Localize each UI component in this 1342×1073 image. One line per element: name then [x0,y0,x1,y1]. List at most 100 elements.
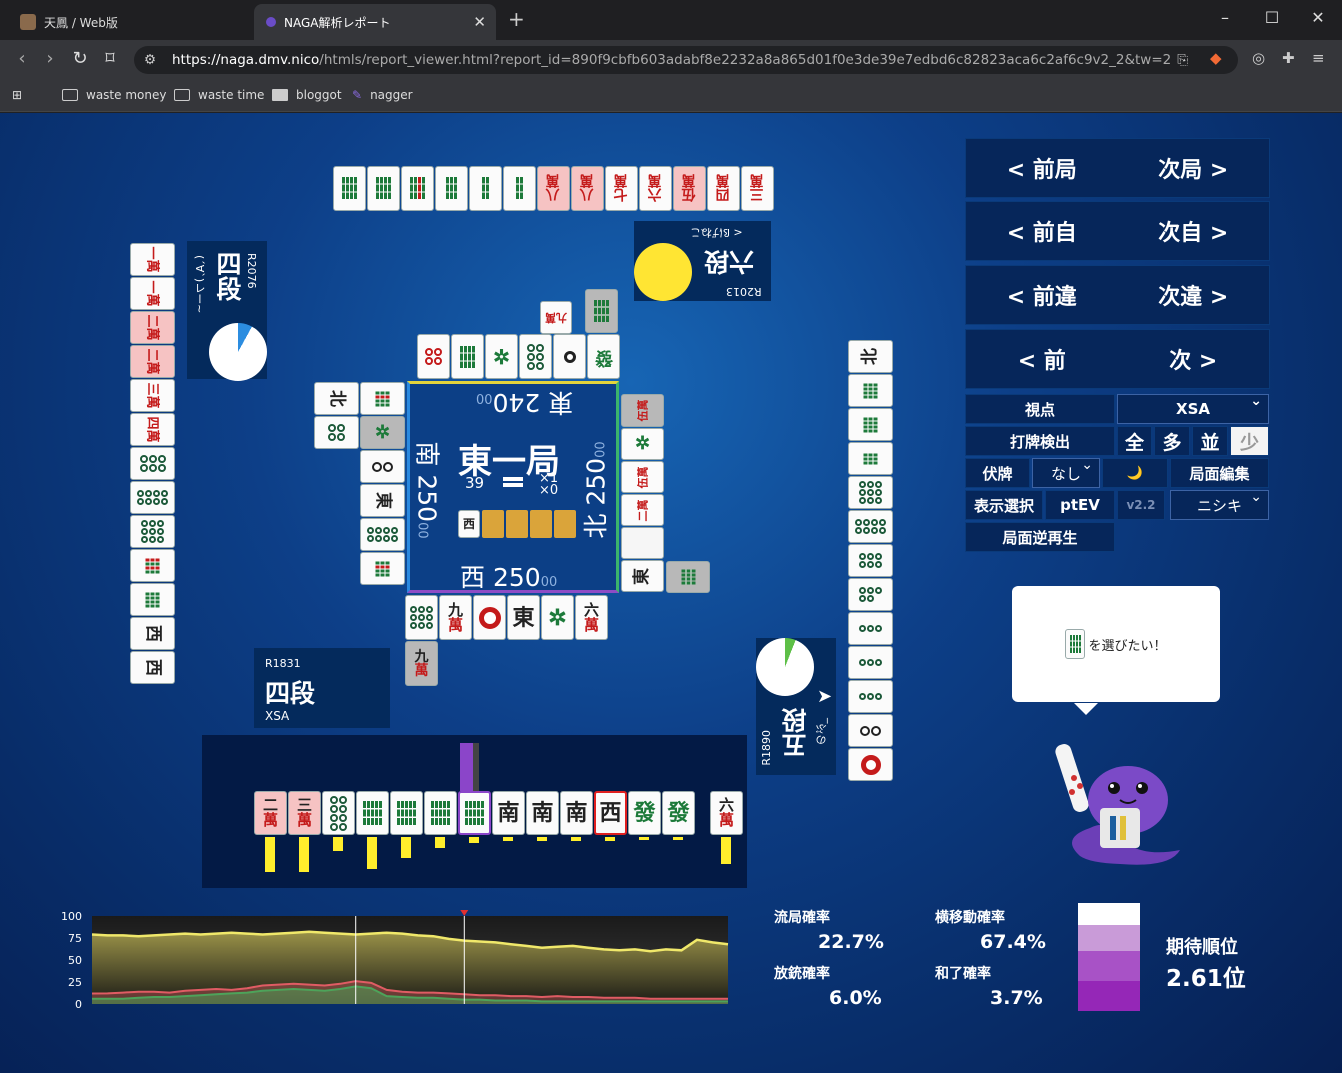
hand-tile[interactable]: 六萬 [710,791,743,835]
discard-tile[interactable]: 四萬 [130,413,175,446]
discard-tile[interactable] [130,583,175,616]
discard-tile[interactable]: 六萬 [639,166,672,211]
left-meld-tile[interactable] [360,382,405,415]
discard-tile[interactable] [130,447,175,480]
discard-tile[interactable] [333,166,366,211]
close-window-icon[interactable]: ✕ [1306,8,1330,27]
address-bar[interactable]: ⚙ https://naga.dmv.nico/htmls/report_vie… [134,46,1238,74]
tile[interactable]: 發 [587,334,620,379]
discard-tile[interactable] [473,595,506,640]
top-meld-tile[interactable] [585,289,618,333]
dora-indicator-tile[interactable]: 西 [458,510,480,538]
minimize-icon[interactable]: – [1213,8,1237,27]
discard-tile[interactable]: 三萬 [741,166,774,211]
new-tab-icon[interactable]: + [508,7,525,31]
bookmark-waste-money[interactable]: waste money [62,88,166,102]
tile[interactable] [360,552,405,585]
tile[interactable] [360,518,405,551]
hand-tile[interactable]: 西 [594,791,627,835]
profile-icon[interactable]: ◎ [1252,49,1265,67]
hidden-tile-select[interactable]: なし [1032,457,1100,488]
translate-icon[interactable]: ⎘ [1177,46,1188,74]
close-tab-icon[interactable]: ✕ [473,13,486,31]
brave-shield-icon[interactable]: ◆ [1210,49,1222,67]
next-round-button[interactable]: 次局 > [1158,152,1228,184]
hand-tile[interactable]: 三萬 [288,791,321,835]
hand-tile[interactable]: 二萬 [254,791,287,835]
discard-tile[interactable]: 九萬 [405,641,438,686]
reload-icon[interactable]: ↻ [68,48,92,69]
discard-tile[interactable] [848,578,893,611]
discard-tile[interactable]: 一萬 [130,243,175,276]
tile[interactable] [417,334,450,379]
tile[interactable]: 東 [360,484,405,517]
discard-tile[interactable] [848,544,893,577]
hand-tile[interactable]: 南 [560,791,593,835]
discard-tile[interactable] [130,481,175,514]
viewpoint-select[interactable]: XSA [1117,393,1269,424]
top-meld-tile[interactable]: 九萬 [540,301,572,334]
hand-tile[interactable] [390,791,423,835]
filter-few-button[interactable]: 少 [1230,426,1269,456]
discard-tile[interactable]: 伍萬 [673,166,706,211]
tab-naga-report[interactable]: NAGA解析レポート ✕ [254,4,496,40]
tile[interactable]: 東 [621,560,664,592]
discard-tile[interactable]: 六萬 [575,595,608,640]
discard-tile[interactable]: 三萬 [130,379,175,412]
hand-tile[interactable] [424,791,457,835]
back-icon[interactable]: ‹ [10,48,34,69]
discard-tile[interactable]: 北 [848,340,893,373]
apps-icon[interactable]: ⊞ [12,88,22,102]
left-meld-tile[interactable] [314,416,359,449]
bookmark-waste-time[interactable]: waste time [174,88,264,102]
forward-icon[interactable]: › [38,48,62,69]
board-edit-button[interactable]: 局面編集 [1170,458,1269,488]
maximize-icon[interactable]: ☐ [1260,8,1284,27]
next-button[interactable]: 次 > [1169,343,1217,375]
hand-tile[interactable]: 發 [662,791,695,835]
discard-tile[interactable]: 東 [507,595,540,640]
filter-normal-button[interactable]: 並 [1192,426,1228,456]
discard-tile[interactable]: 七萬 [605,166,638,211]
tab-tenhou[interactable]: 天鳳 / Web版 [8,4,250,40]
tile[interactable]: 二萬 [621,494,664,526]
discard-tile[interactable] [367,166,400,211]
discard-tile[interactable] [848,510,893,543]
discard-tile[interactable]: 西 [130,651,175,684]
discard-tile[interactable]: 二萬 [130,345,175,378]
prev-diff-button[interactable]: < 前違 [1007,279,1077,311]
moon-icon[interactable]: 🌙 [1102,458,1168,488]
filter-all-button[interactable]: 全 [1117,426,1152,456]
discard-tile[interactable]: 西 [130,617,175,650]
discard-tile[interactable] [435,166,468,211]
bookmark-icon[interactable]: ⌑ [98,48,122,69]
menu-icon[interactable]: ≡ [1312,49,1325,67]
discard-tile[interactable] [503,166,536,211]
discard-tile[interactable]: 九萬 [439,595,472,640]
tile[interactable] [553,334,586,379]
discard-tile[interactable]: 二萬 [130,311,175,344]
right-meld-tile[interactable]: 伍萬 [621,394,664,427]
tile[interactable] [621,527,664,559]
reverse-play-button[interactable]: 局面逆再生 [965,522,1115,552]
discard-tile[interactable] [401,166,434,211]
hand-tile[interactable]: 南 [526,791,559,835]
tile[interactable]: ✲ [485,334,518,379]
filter-many-button[interactable]: 多 [1154,426,1190,456]
discard-tile[interactable]: 一萬 [130,277,175,310]
tile[interactable] [519,334,552,379]
hand-tile[interactable] [356,791,389,835]
site-info-icon[interactable]: ⚙ [144,46,156,74]
right-meld-tile[interactable] [666,561,710,593]
prev-round-button[interactable]: < 前局 [1007,152,1077,184]
discard-tile[interactable] [848,476,893,509]
discard-tile[interactable]: 四萬 [707,166,740,211]
extensions-icon[interactable]: ✚ [1282,49,1295,67]
model-select[interactable]: ニシキ [1170,489,1269,520]
discard-tile[interactable] [469,166,502,211]
bookmark-nagger[interactable]: ✎ nagger [352,88,413,102]
next-self-button[interactable]: 次自 > [1158,215,1228,247]
tile[interactable]: 伍萬 [621,461,664,493]
discard-tile[interactable] [848,408,893,441]
discard-tile[interactable] [405,595,438,640]
